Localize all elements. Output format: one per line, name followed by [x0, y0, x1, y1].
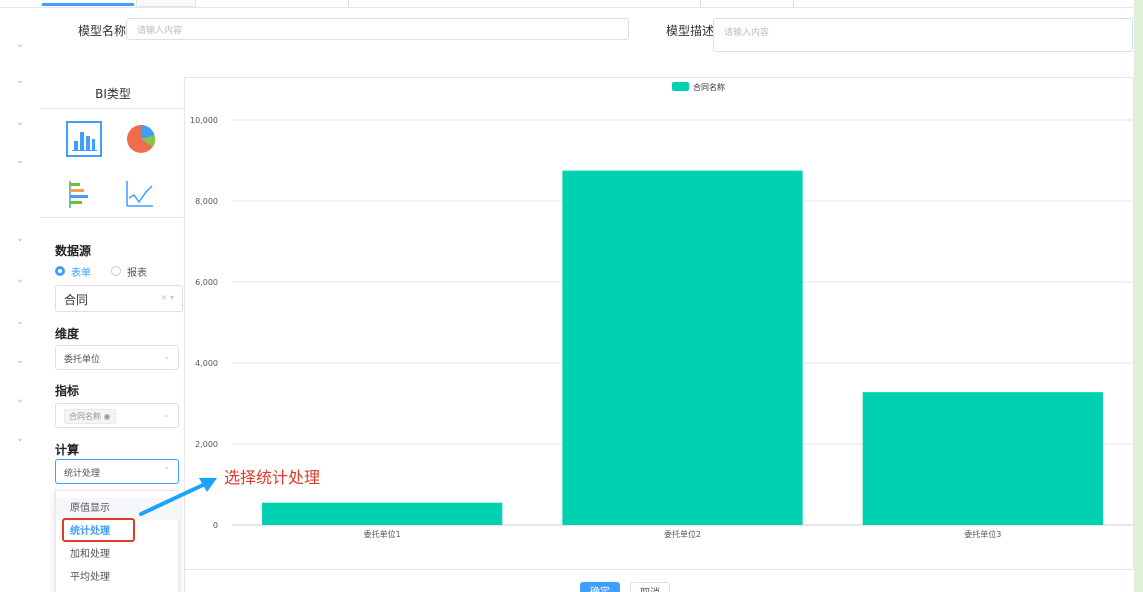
radio-form[interactable]: [55, 266, 65, 276]
bar-chart-icon[interactable]: [66, 121, 102, 157]
radio-report-label[interactable]: 报表: [127, 264, 147, 279]
dropdown-item[interactable]: 加和处理: [56, 544, 180, 566]
tag-close-icon[interactable]: ◉: [104, 412, 111, 421]
calc-value: 统计处理: [64, 469, 101, 479]
pie-chart-icon[interactable]: [123, 121, 159, 157]
chevron-down-icon[interactable]: ⌄: [14, 394, 26, 406]
horizontal-bar-chart-icon[interactable]: [66, 178, 102, 214]
chevron-down-icon[interactable]: ⌄: [14, 274, 26, 286]
legend-label: 合同名称: [693, 82, 725, 92]
active-tab-indicator[interactable]: [42, 3, 134, 6]
metric-tag-label: 合同名称: [69, 412, 101, 421]
dimension-label: 维度: [55, 327, 80, 341]
metric-label: 指标: [55, 384, 80, 398]
bar: [562, 170, 803, 525]
cancel-button[interactable]: 取消: [630, 582, 670, 592]
x-tick-label: 委托单位1: [364, 529, 401, 539]
calc-label: 计算: [55, 443, 80, 457]
datasource-value: 合同: [64, 293, 89, 307]
x-tick-label: 委托单位2: [664, 529, 701, 539]
bar: [862, 392, 1103, 525]
y-tick-label: 0: [213, 521, 218, 530]
chevron-down-icon[interactable]: ⌄: [14, 233, 26, 245]
chevron-down-icon[interactable]: ⌄: [14, 355, 26, 367]
tab-inactive[interactable]: [136, 0, 196, 7]
model-desc-label: 模型描述: [666, 24, 715, 38]
model-desc-textarea[interactable]: 请输入内容: [713, 18, 1133, 52]
confirm-button[interactable]: 确定: [580, 582, 620, 592]
model-name-label: 模型名称: [78, 24, 127, 38]
bar: [262, 502, 503, 525]
strip-divider: [700, 0, 701, 7]
chevron-down-icon[interactable]: ⌄: [14, 433, 26, 445]
chevron-down-icon[interactable]: ⌄: [14, 39, 26, 51]
model-name-placeholder: 请输入内容: [137, 26, 183, 36]
chevron-down-icon[interactable]: ⌄: [14, 316, 26, 328]
chevron-down-icon[interactable]: ⌄: [14, 117, 26, 129]
dimension-select[interactable]: 委托单位 ⌄: [55, 345, 179, 370]
right-edge-strip: [1134, 0, 1143, 592]
strip-divider: [793, 0, 794, 7]
dimension-value: 委托单位: [64, 355, 101, 365]
y-tick-label: 10,000: [190, 116, 218, 125]
line-chart-icon[interactable]: [123, 178, 159, 214]
chevron-down-icon: ⌄: [163, 410, 170, 419]
top-tab-strip: [0, 0, 1143, 8]
chevron-down-icon[interactable]: ⌄: [14, 75, 26, 87]
dropdown-item[interactable]: 平均处理: [56, 567, 180, 589]
datasource-label: 数据源: [55, 244, 92, 258]
chevron-up-icon[interactable]: ⌃: [14, 160, 26, 172]
y-tick-label: 6,000: [195, 278, 218, 287]
y-tick-label: 4,000: [195, 359, 218, 368]
y-tick-label: 8,000: [195, 197, 218, 206]
highlight-box: [62, 518, 135, 542]
model-desc-placeholder: 请输入内容: [724, 28, 770, 38]
strip-divider: [348, 0, 349, 7]
radio-report[interactable]: [111, 266, 121, 276]
radio-form-label[interactable]: 表单: [71, 264, 91, 279]
bi-type-title: BI类型: [41, 79, 185, 109]
bar-chart: 0 2,000 4,000 6,000 8,000 10,000 委托单位1 委托单位2 委托单…: [190, 82, 1133, 539]
clear-icon[interactable]: × ▾: [161, 293, 174, 302]
metric-tag: 合同名称 ◉: [64, 409, 116, 424]
y-tick-label: 2,000: [195, 440, 218, 449]
model-name-input[interactable]: 请输入内容: [126, 18, 629, 40]
legend-swatch: [672, 82, 689, 91]
x-tick-label: 委托单位3: [964, 529, 1001, 539]
chart-type-grid: [41, 108, 185, 218]
metric-select[interactable]: 合同名称 ◉ ⌄: [55, 403, 179, 428]
datasource-select[interactable]: 合同 × ▾: [55, 285, 183, 312]
chevron-down-icon: ⌄: [163, 352, 170, 361]
